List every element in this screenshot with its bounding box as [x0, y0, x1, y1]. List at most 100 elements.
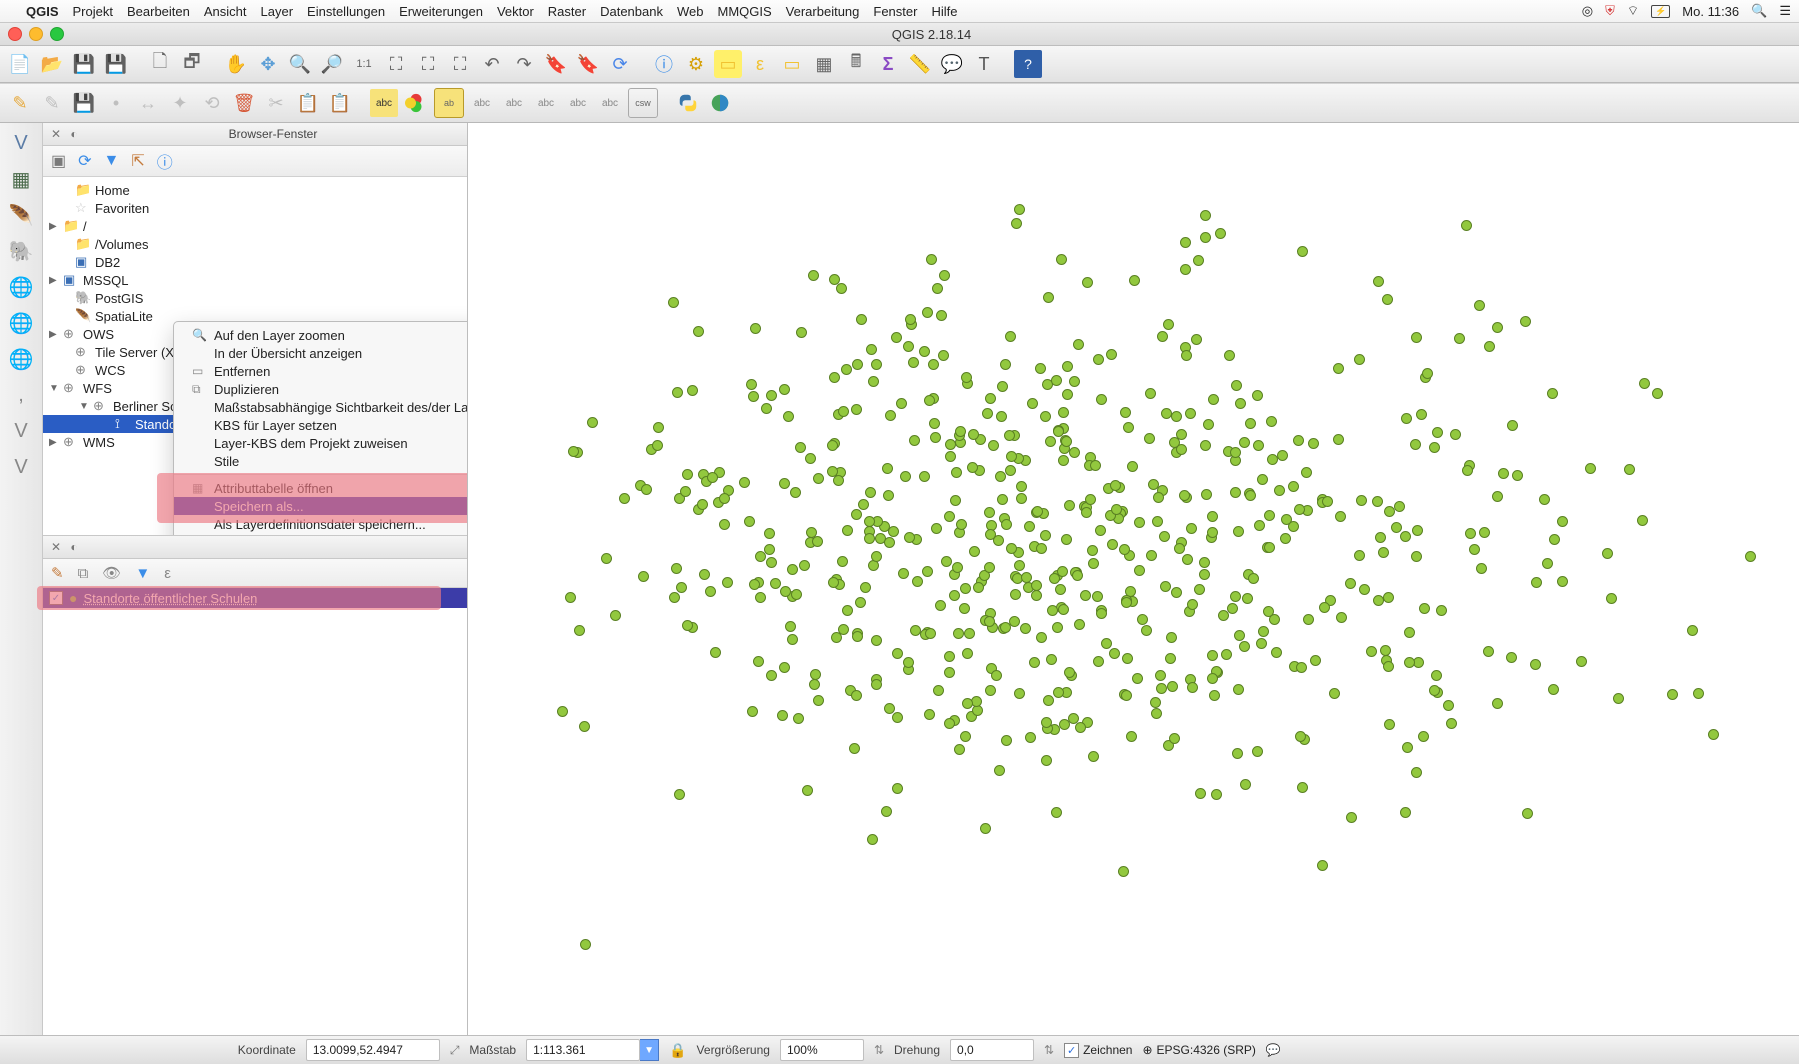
cm-duplicate[interactable]: ⧉Duplizieren: [174, 380, 467, 398]
toggle-extent-icon[interactable]: ⤢: [450, 1043, 460, 1058]
collapse-browser-icon[interactable]: ⇱: [131, 151, 144, 171]
cm-show-overview[interactable]: In der Übersicht anzeigen: [174, 344, 467, 362]
layer-visibility-checkbox[interactable]: ✓: [49, 591, 63, 605]
layers-close-icon[interactable]: ✕: [49, 540, 63, 554]
show-bookmarks-icon[interactable]: 🔖: [574, 50, 602, 78]
messages-icon[interactable]: 💬: [1266, 1043, 1281, 1057]
menu-projekt[interactable]: Projekt: [73, 4, 113, 19]
add-virtual-icon[interactable]: V: [7, 417, 35, 445]
battery-icon[interactable]: ⚡: [1651, 5, 1670, 18]
edit-pencil-multi-icon[interactable]: ✎: [38, 89, 66, 117]
scale-lock-icon[interactable]: 🔒: [669, 1042, 686, 1059]
layers-style-icon[interactable]: ✎: [51, 564, 64, 582]
layers-body[interactable]: [43, 608, 467, 1035]
layers-visibility-icon[interactable]: 👁: [102, 564, 121, 582]
tree-favorites[interactable]: ☆Favoriten: [43, 199, 467, 217]
new-project-icon[interactable]: 📄: [6, 50, 34, 78]
cm-save-layer-def[interactable]: Als Layerdefinitionsdatei speichern...: [174, 515, 467, 533]
map-canvas[interactable]: [468, 123, 1799, 1035]
cc-icon[interactable]: ◎: [1582, 3, 1593, 19]
pan-to-selection-icon[interactable]: ✥: [254, 50, 282, 78]
cm-styles[interactable]: Stile: [174, 452, 467, 470]
pan-icon[interactable]: ✋: [222, 50, 250, 78]
field-calculator-icon[interactable]: 🖩: [842, 50, 870, 78]
select-icon[interactable]: ▭: [714, 50, 742, 78]
scale-combo[interactable]: 1:113.361 ▼: [526, 1039, 659, 1061]
add-spatialite-icon[interactable]: 🪶: [7, 201, 35, 229]
add-raster-layer-icon[interactable]: ▦: [7, 165, 35, 193]
cm-remove[interactable]: ▭Entfernen: [174, 362, 467, 380]
measure-icon[interactable]: 📏: [906, 50, 934, 78]
csw-icon[interactable]: csw: [628, 88, 658, 118]
minimize-window-button[interactable]: [29, 27, 43, 41]
add-new-vector-icon[interactable]: V: [7, 453, 35, 481]
zoom-layer-icon[interactable]: ⛶: [446, 50, 474, 78]
add-wfs-icon[interactable]: 🌐: [7, 345, 35, 373]
shield-icon[interactable]: ⛨: [1605, 3, 1615, 19]
menu-verarbeitung[interactable]: Verarbeitung: [786, 4, 860, 19]
cm-scale-visibility[interactable]: Maßstabsabhängige Sichtbarkeit des/der L…: [174, 398, 467, 416]
cm-set-crs[interactable]: KBS für Layer setzen: [174, 416, 467, 434]
layers-add-group-icon[interactable]: ⧉: [78, 565, 89, 582]
add-delimited-icon[interactable]: ,: [7, 381, 35, 409]
zoom-selection-icon[interactable]: ⛶: [414, 50, 442, 78]
layers-expression-icon[interactable]: ε: [164, 565, 171, 582]
new-composer-icon[interactable]: 🗋: [146, 50, 174, 78]
node-tool-icon[interactable]: ✦: [166, 89, 194, 117]
label-move-icon[interactable]: abc: [532, 89, 560, 117]
menu-fenster[interactable]: Fenster: [873, 4, 917, 19]
menu-einstellungen[interactable]: Einstellungen: [307, 4, 385, 19]
refresh-icon[interactable]: ⟳: [606, 50, 634, 78]
coord-field[interactable]: 13.0099,52.4947: [306, 1039, 440, 1061]
rotate-feature-icon[interactable]: ⟲: [198, 89, 226, 117]
add-vector-layer-icon[interactable]: V: [7, 129, 35, 157]
cm-zoom-to-layer[interactable]: 🔍Auf den Layer zoomen: [174, 326, 467, 344]
new-bookmark-icon[interactable]: 🔖: [542, 50, 570, 78]
properties-browser-icon[interactable]: ⓘ: [157, 149, 173, 173]
zoom-full-icon[interactable]: ⛶: [382, 50, 410, 78]
menu-vektor[interactable]: Vektor: [497, 4, 534, 19]
render-checkbox[interactable]: ✓Zeichnen: [1064, 1043, 1132, 1058]
tree-postgis[interactable]: 🐘PostGIS: [43, 289, 467, 307]
add-postgis-icon[interactable]: 🐘: [7, 237, 35, 265]
open-project-icon[interactable]: 📂: [38, 50, 66, 78]
close-window-button[interactable]: [8, 27, 22, 41]
browser-close-icon[interactable]: ✕: [49, 127, 63, 141]
annotation-icon[interactable]: T: [970, 50, 998, 78]
zoom-native-icon[interactable]: 1:1: [350, 50, 378, 78]
refresh-browser-icon[interactable]: ⟳: [78, 151, 91, 171]
menu-list-icon[interactable]: ☰: [1779, 3, 1791, 19]
cm-save-as[interactable]: Speichern als...: [174, 497, 467, 515]
browser-undock-icon[interactable]: ◐: [67, 127, 81, 141]
label-icon[interactable]: abc: [370, 89, 398, 117]
scale-dropdown-icon[interactable]: ▼: [640, 1039, 659, 1061]
mag-field[interactable]: 100%: [780, 1039, 864, 1061]
zoom-last-icon[interactable]: ↶: [478, 50, 506, 78]
mag-stepper-icon[interactable]: ⇅: [874, 1043, 884, 1057]
menu-datenbank[interactable]: Datenbank: [600, 4, 663, 19]
select-expression-icon[interactable]: ε: [746, 50, 774, 78]
menu-mmqgis[interactable]: MMQGIS: [717, 4, 771, 19]
processing-toolbox-icon[interactable]: [706, 89, 734, 117]
clock[interactable]: Mo. 11:36: [1682, 4, 1739, 19]
filter-browser-icon[interactable]: ▼: [104, 152, 120, 170]
label-rotate-icon[interactable]: abc: [564, 89, 592, 117]
help-icon[interactable]: ?: [1014, 50, 1042, 78]
add-wms-icon[interactable]: 🌐: [7, 273, 35, 301]
zoom-out-icon[interactable]: 🔎: [318, 50, 346, 78]
copy-icon[interactable]: 📋: [294, 89, 322, 117]
attribute-table-icon[interactable]: ▦: [810, 50, 838, 78]
label-highlight-icon[interactable]: [402, 89, 430, 117]
zoom-in-icon[interactable]: 🔍: [286, 50, 314, 78]
save-as-icon[interactable]: 💾: [102, 50, 130, 78]
statistics-icon[interactable]: Σ: [874, 50, 902, 78]
browser-tree[interactable]: 📁Home ☆Favoriten ▶📁/ 📁/Volumes ▣DB2 ▶▣MS…: [43, 177, 467, 535]
layers-row-standorte[interactable]: ✓ ● Standorte öffentlicher Schulen: [43, 588, 467, 608]
cm-filter[interactable]: Filter...: [174, 533, 467, 535]
add-layer-tool-icon[interactable]: ▣: [51, 151, 66, 171]
menu-hilfe[interactable]: Hilfe: [931, 4, 957, 19]
label-change-icon[interactable]: abc: [596, 89, 624, 117]
tree-mssql[interactable]: ▶▣MSSQL: [43, 271, 467, 289]
add-feature-icon[interactable]: •: [102, 89, 130, 117]
rot-stepper-icon[interactable]: ⇅: [1044, 1043, 1054, 1057]
